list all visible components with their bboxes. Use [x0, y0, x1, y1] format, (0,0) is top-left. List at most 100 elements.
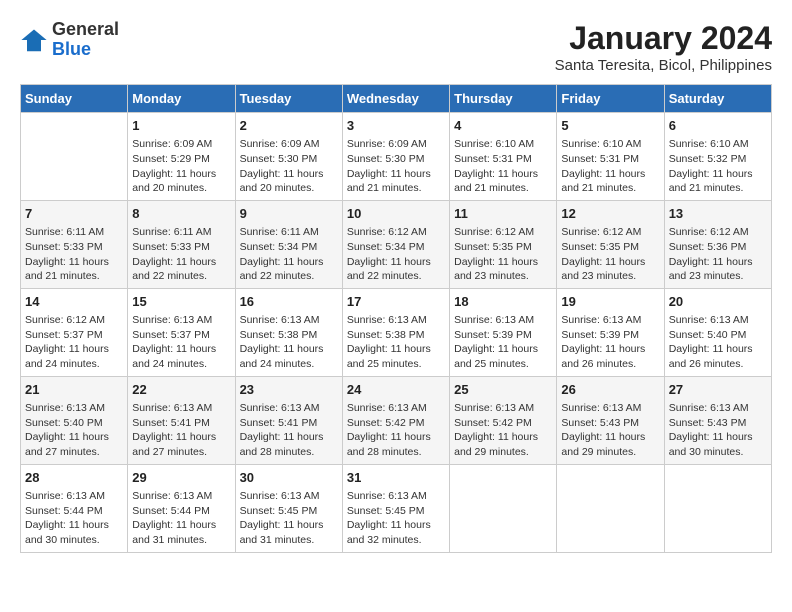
day-number: 22 — [132, 381, 230, 399]
day-cell: 16 Sunrise: 6:13 AM Sunset: 5:38 PM Dayli… — [235, 288, 342, 376]
logo-icon — [20, 26, 48, 54]
day-info: Sunrise: 6:13 AM Sunset: 5:43 PM Dayligh… — [561, 401, 659, 460]
day-info: Sunrise: 6:13 AM Sunset: 5:38 PM Dayligh… — [347, 313, 445, 372]
day-number: 11 — [454, 205, 552, 223]
day-number: 9 — [240, 205, 338, 223]
day-number: 6 — [669, 117, 767, 135]
day-number: 30 — [240, 469, 338, 487]
day-number: 14 — [25, 293, 123, 311]
day-info: Sunrise: 6:12 AM Sunset: 5:37 PM Dayligh… — [25, 313, 123, 372]
day-number: 21 — [25, 381, 123, 399]
day-number: 18 — [454, 293, 552, 311]
logo-general: General — [52, 19, 119, 39]
day-info: Sunrise: 6:10 AM Sunset: 5:31 PM Dayligh… — [561, 137, 659, 196]
week-row-3: 14 Sunrise: 6:12 AM Sunset: 5:37 PM Dayli… — [21, 288, 772, 376]
day-info: Sunrise: 6:13 AM Sunset: 5:37 PM Dayligh… — [132, 313, 230, 372]
day-number: 16 — [240, 293, 338, 311]
day-info: Sunrise: 6:13 AM Sunset: 5:45 PM Dayligh… — [240, 489, 338, 548]
logo: General Blue — [20, 20, 119, 60]
day-info: Sunrise: 6:11 AM Sunset: 5:33 PM Dayligh… — [132, 225, 230, 284]
day-cell: 25 Sunrise: 6:13 AM Sunset: 5:42 PM Dayli… — [450, 376, 557, 464]
col-header-wednesday: Wednesday — [342, 85, 449, 113]
day-number: 7 — [25, 205, 123, 223]
day-number: 28 — [25, 469, 123, 487]
week-row-2: 7 Sunrise: 6:11 AM Sunset: 5:33 PM Daylig… — [21, 200, 772, 288]
day-info: Sunrise: 6:13 AM Sunset: 5:45 PM Dayligh… — [347, 489, 445, 548]
day-number: 25 — [454, 381, 552, 399]
day-info: Sunrise: 6:12 AM Sunset: 5:35 PM Dayligh… — [561, 225, 659, 284]
day-number: 29 — [132, 469, 230, 487]
page-header: General Blue January 2024 Santa Teresita… — [20, 20, 772, 74]
day-cell — [557, 464, 664, 552]
day-cell: 7 Sunrise: 6:11 AM Sunset: 5:33 PM Daylig… — [21, 200, 128, 288]
day-cell: 3 Sunrise: 6:09 AM Sunset: 5:30 PM Daylig… — [342, 113, 449, 201]
day-info: Sunrise: 6:13 AM Sunset: 5:40 PM Dayligh… — [25, 401, 123, 460]
day-cell: 28 Sunrise: 6:13 AM Sunset: 5:44 PM Dayli… — [21, 464, 128, 552]
day-info: Sunrise: 6:09 AM Sunset: 5:30 PM Dayligh… — [347, 137, 445, 196]
day-info: Sunrise: 6:13 AM Sunset: 5:42 PM Dayligh… — [347, 401, 445, 460]
day-info: Sunrise: 6:11 AM Sunset: 5:33 PM Dayligh… — [25, 225, 123, 284]
day-cell: 12 Sunrise: 6:12 AM Sunset: 5:35 PM Dayli… — [557, 200, 664, 288]
day-info: Sunrise: 6:12 AM Sunset: 5:36 PM Dayligh… — [669, 225, 767, 284]
day-info: Sunrise: 6:09 AM Sunset: 5:30 PM Dayligh… — [240, 137, 338, 196]
day-number: 26 — [561, 381, 659, 399]
day-number: 17 — [347, 293, 445, 311]
col-header-thursday: Thursday — [450, 85, 557, 113]
day-cell: 17 Sunrise: 6:13 AM Sunset: 5:38 PM Dayli… — [342, 288, 449, 376]
day-cell: 22Sunrise: 6:13 AM Sunset: 5:41 PM Dayli… — [128, 376, 235, 464]
day-info: Sunrise: 6:12 AM Sunset: 5:34 PM Dayligh… — [347, 225, 445, 284]
day-cell: 10Sunrise: 6:12 AM Sunset: 5:34 PM Dayli… — [342, 200, 449, 288]
day-cell — [450, 464, 557, 552]
day-cell: 2Sunrise: 6:09 AM Sunset: 5:30 PM Daylig… — [235, 113, 342, 201]
day-number: 31 — [347, 469, 445, 487]
day-info: Sunrise: 6:13 AM Sunset: 5:43 PM Dayligh… — [669, 401, 767, 460]
day-number: 27 — [669, 381, 767, 399]
day-cell: 21 Sunrise: 6:13 AM Sunset: 5:40 PM Dayli… — [21, 376, 128, 464]
logo-text: General Blue — [52, 20, 119, 60]
day-info: Sunrise: 6:13 AM Sunset: 5:39 PM Dayligh… — [561, 313, 659, 372]
day-info: Sunrise: 6:13 AM Sunset: 5:44 PM Dayligh… — [25, 489, 123, 548]
day-info: Sunrise: 6:13 AM Sunset: 5:42 PM Dayligh… — [454, 401, 552, 460]
day-info: Sunrise: 6:13 AM Sunset: 5:38 PM Dayligh… — [240, 313, 338, 372]
day-cell: 11Sunrise: 6:12 AM Sunset: 5:35 PM Dayli… — [450, 200, 557, 288]
day-number: 24 — [347, 381, 445, 399]
week-row-5: 28 Sunrise: 6:13 AM Sunset: 5:44 PM Dayli… — [21, 464, 772, 552]
day-cell: 23 Sunrise: 6:13 AM Sunset: 5:41 PM Dayli… — [235, 376, 342, 464]
page-title: January 2024 — [555, 20, 772, 57]
day-cell: 18 Sunrise: 6:13 AM Sunset: 5:39 PM Dayli… — [450, 288, 557, 376]
day-cell: 15 Sunrise: 6:13 AM Sunset: 5:37 PM Dayli… — [128, 288, 235, 376]
day-number: 1 — [132, 117, 230, 135]
day-cell: 1 Sunrise: 6:09 AM Sunset: 5:29 PM Daylig… — [128, 113, 235, 201]
day-number: 3 — [347, 117, 445, 135]
day-cell: 20Sunrise: 6:13 AM Sunset: 5:40 PM Dayli… — [664, 288, 771, 376]
day-cell: 30 Sunrise: 6:13 AM Sunset: 5:45 PM Dayli… — [235, 464, 342, 552]
day-info: Sunrise: 6:10 AM Sunset: 5:32 PM Dayligh… — [669, 137, 767, 196]
col-header-monday: Monday — [128, 85, 235, 113]
day-cell: 26 Sunrise: 6:13 AM Sunset: 5:43 PM Dayli… — [557, 376, 664, 464]
calendar-table: SundayMondayTuesdayWednesdayThursdayFrid… — [20, 84, 772, 553]
day-cell: 5 Sunrise: 6:10 AM Sunset: 5:31 PM Daylig… — [557, 113, 664, 201]
day-number: 12 — [561, 205, 659, 223]
day-info: Sunrise: 6:13 AM Sunset: 5:41 PM Dayligh… — [240, 401, 338, 460]
day-cell: 14 Sunrise: 6:12 AM Sunset: 5:37 PM Dayli… — [21, 288, 128, 376]
day-cell: 4 Sunrise: 6:10 AM Sunset: 5:31 PM Daylig… — [450, 113, 557, 201]
day-number: 23 — [240, 381, 338, 399]
week-row-4: 21 Sunrise: 6:13 AM Sunset: 5:40 PM Dayli… — [21, 376, 772, 464]
day-cell: 29Sunrise: 6:13 AM Sunset: 5:44 PM Dayli… — [128, 464, 235, 552]
day-cell: 8Sunrise: 6:11 AM Sunset: 5:33 PM Daylig… — [128, 200, 235, 288]
week-row-1: 1 Sunrise: 6:09 AM Sunset: 5:29 PM Daylig… — [21, 113, 772, 201]
day-cell: 27 Sunrise: 6:13 AM Sunset: 5:43 PM Dayli… — [664, 376, 771, 464]
day-info: Sunrise: 6:10 AM Sunset: 5:31 PM Dayligh… — [454, 137, 552, 196]
page-subtitle: Santa Teresita, Bicol, Philippines — [555, 57, 772, 74]
calendar-header-row: SundayMondayTuesdayWednesdayThursdayFrid… — [21, 85, 772, 113]
day-cell: 6 Sunrise: 6:10 AM Sunset: 5:32 PM Daylig… — [664, 113, 771, 201]
day-number: 13 — [669, 205, 767, 223]
col-header-tuesday: Tuesday — [235, 85, 342, 113]
day-number: 5 — [561, 117, 659, 135]
day-info: Sunrise: 6:13 AM Sunset: 5:39 PM Dayligh… — [454, 313, 552, 372]
day-number: 4 — [454, 117, 552, 135]
day-number: 20 — [669, 293, 767, 311]
day-info: Sunrise: 6:09 AM Sunset: 5:29 PM Dayligh… — [132, 137, 230, 196]
day-number: 15 — [132, 293, 230, 311]
day-cell — [21, 113, 128, 201]
